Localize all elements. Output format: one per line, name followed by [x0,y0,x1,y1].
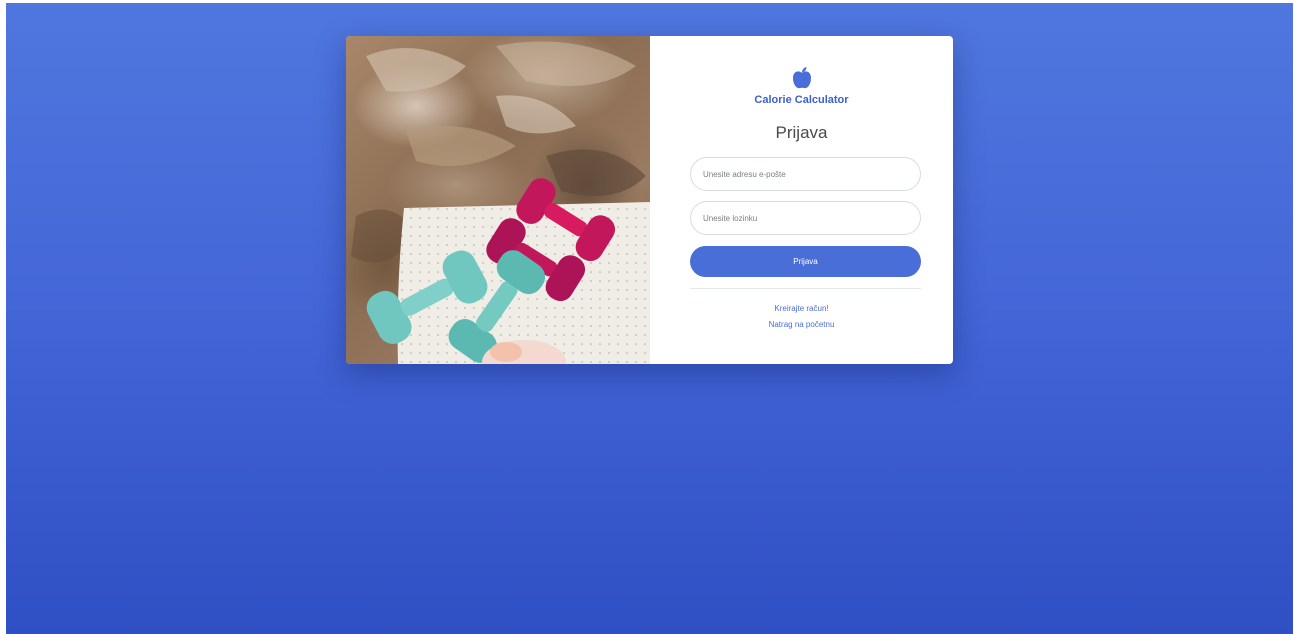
password-input[interactable] [690,201,921,235]
fitness-photo [346,36,650,364]
apple-icon [792,67,811,89]
brand-name: Calorie Calculator [754,94,849,106]
login-button[interactable]: Prijava [690,246,921,277]
register-link[interactable]: Kreirajte račun! [650,304,953,313]
dumbbells-illustration [351,41,650,364]
login-card: Calorie Calculator Prijava Prijava Kreir… [346,36,953,364]
login-form: Calorie Calculator Prijava Prijava Kreir… [650,36,953,364]
form-divider [690,288,921,289]
page-title: Prijava [775,123,828,142]
back-home-link[interactable]: Natrag na početnu [650,320,953,329]
email-input[interactable] [690,157,921,191]
